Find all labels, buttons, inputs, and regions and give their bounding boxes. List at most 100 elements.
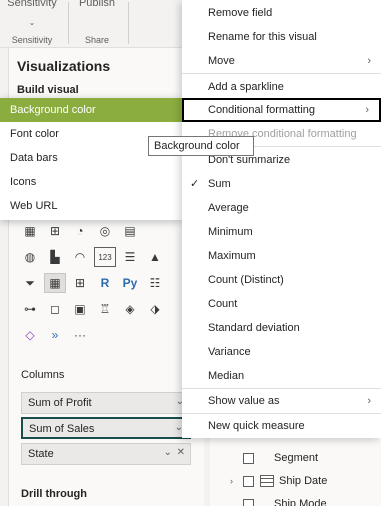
conditional-formatting-submenu: Background color Font color Data bars Ic…: [0, 98, 182, 220]
publish-button-label[interactable]: Publish: [70, 0, 124, 9]
treemap-icon[interactable]: ▤: [119, 221, 141, 241]
goals-icon[interactable]: ♖: [94, 299, 116, 319]
menu-item-conditional-formatting[interactable]: Conditional formatting ›: [182, 98, 381, 122]
field-item-ship-date[interactable]: › Ship Date: [230, 471, 327, 491]
menu-item-move[interactable]: Move ›: [182, 49, 381, 73]
pane-title: Visualizations: [17, 58, 111, 74]
field-item-ship-mode[interactable]: Ship Mode: [230, 494, 327, 506]
gauge-icon[interactable]: ◠: [69, 247, 91, 267]
field-context-menu: Remove field Rename for this visual Move…: [182, 0, 381, 438]
diamond-icon[interactable]: ◇: [19, 325, 41, 345]
chevron-right-icon[interactable]: ›: [230, 476, 238, 486]
menu-item-background-color[interactable]: Background color: [0, 98, 182, 122]
menu-item-median[interactable]: Median: [182, 364, 381, 388]
map-icon[interactable]: ◍: [19, 247, 41, 267]
matrix-visual-icon[interactable]: ⊞: [69, 273, 91, 293]
menu-item-label: New quick measure: [208, 420, 305, 432]
calendar-icon: [260, 475, 274, 487]
filled-map-icon[interactable]: ▙: [44, 247, 66, 267]
donut-icon[interactable]: ◎: [94, 221, 116, 241]
field-checkbox[interactable]: [243, 475, 254, 487]
python-visual-icon[interactable]: Py: [119, 273, 141, 293]
narrative-icon[interactable]: ☷: [144, 273, 166, 293]
field-label: Ship Mode: [274, 498, 327, 506]
chevron-right-icon: ›: [367, 395, 371, 407]
menu-item-standard-deviation[interactable]: Standard deviation: [182, 316, 381, 340]
visual-icon-row: ◍ ▙ ◠ 123 ☰ ▲: [19, 244, 189, 270]
matrix-icon[interactable]: ⊞: [44, 221, 66, 241]
check-icon: ✓: [190, 178, 200, 190]
columns-label: Columns: [21, 369, 65, 381]
chevron-right-icon: ›: [367, 55, 371, 67]
powerautomate-icon[interactable]: ⬗: [144, 299, 166, 319]
menu-item-label: Add a sparkline: [208, 81, 284, 93]
menu-item-remove-field[interactable]: Remove field: [182, 1, 381, 25]
visual-type-grid: ▦ ⊞ ◔ ◎ ▤ ◍ ▙ ◠ 123 ☰ ▲ ⏷ ▦ ⊞ R Py ☷ ⊶ ◻…: [19, 218, 189, 348]
kpi-icon[interactable]: ▲: [144, 247, 166, 267]
field-well-label: Sum of Profit: [28, 397, 92, 409]
menu-item-label: Count (Distinct): [208, 274, 284, 286]
chevron-right-icon: ›: [365, 104, 369, 116]
menu-item-label: Minimum: [208, 226, 253, 238]
menu-divider: [182, 73, 381, 74]
ribbon-divider: [128, 2, 129, 44]
table-visual-icon[interactable]: ▦: [44, 273, 66, 293]
visual-icon-row: ⏷ ▦ ⊞ R Py ☷: [19, 270, 189, 296]
menu-item-count[interactable]: Count: [182, 292, 381, 316]
r-visual-icon[interactable]: R: [94, 273, 116, 293]
pie-icon[interactable]: ◔: [69, 221, 91, 241]
field-well-label: State: [28, 448, 54, 460]
sensitivity-button-label[interactable]: Sensitivity: [0, 0, 64, 9]
menu-item-web-url[interactable]: Web URL: [0, 194, 182, 218]
ribbon-group-sensitivity[interactable]: Sensitivity ⌄ Sensitivity: [0, 0, 64, 48]
field-well-sum-of-sales[interactable]: Sum of Sales ⌄: [21, 417, 191, 439]
menu-item-label: Average: [208, 202, 249, 214]
slicer-icon[interactable]: ⏷: [19, 273, 41, 293]
field-checkbox[interactable]: [243, 498, 254, 506]
menu-item-variance[interactable]: Variance: [182, 340, 381, 364]
menu-item-add-sparkline[interactable]: Add a sparkline: [182, 75, 381, 99]
card-icon[interactable]: 123: [94, 247, 116, 267]
menu-item-rename[interactable]: Rename for this visual: [182, 25, 381, 49]
menu-item-label: Conditional formatting: [208, 104, 316, 116]
menu-item-label: Maximum: [208, 250, 256, 262]
menu-item-label: Standard deviation: [208, 322, 300, 334]
chevron-down-icon[interactable]: ⌄: [164, 447, 172, 458]
menu-item-count-distinct[interactable]: Count (Distinct): [182, 268, 381, 292]
field-checkbox[interactable]: [243, 452, 254, 464]
menu-item-average[interactable]: Average: [182, 196, 381, 220]
paginated-icon[interactable]: ▣: [69, 299, 91, 319]
visual-icon-row: ◇ » ···: [19, 322, 189, 348]
menu-item-maximum[interactable]: Maximum: [182, 244, 381, 268]
decomposition-tree-icon[interactable]: ⊶: [19, 299, 41, 319]
field-well-label: Sum of Sales: [29, 423, 95, 435]
chevron-visual-icon[interactable]: »: [44, 325, 66, 345]
table-icon[interactable]: ▦: [19, 221, 41, 241]
menu-item-minimum[interactable]: Minimum: [182, 220, 381, 244]
powerapps-icon[interactable]: ◈: [119, 299, 141, 319]
tooltip: Background color: [148, 136, 254, 156]
menu-item-label: Rename for this visual: [208, 31, 317, 43]
field-label: Ship Date: [279, 475, 328, 487]
visual-icon-row: ▦ ⊞ ◔ ◎ ▤: [19, 218, 189, 244]
chevron-down-icon[interactable]: ⌄: [0, 18, 64, 27]
menu-item-new-quick-measure[interactable]: New quick measure: [182, 414, 381, 438]
menu-item-label: Count: [208, 298, 238, 310]
menu-item-icons[interactable]: Icons: [0, 170, 182, 194]
ribbon-group-caption: Sensitivity: [11, 35, 53, 45]
menu-item-sum[interactable]: ✓ Sum: [182, 172, 381, 196]
field-item-segment[interactable]: Segment: [230, 448, 318, 468]
menu-item-label: Median: [208, 370, 245, 382]
field-well-sum-of-profit[interactable]: Sum of Profit ⌄: [21, 392, 191, 414]
fields-pane: Segment › Ship Date Ship Mode: [210, 438, 381, 506]
more-visuals-icon[interactable]: ···: [69, 325, 91, 345]
ribbon-group-share[interactable]: Publish Share: [70, 0, 124, 48]
multirow-card-icon[interactable]: ☰: [119, 247, 141, 267]
menu-item-label: Variance: [208, 346, 251, 358]
qa-icon[interactable]: ◻: [44, 299, 66, 319]
menu-item-label: Sum: [208, 178, 231, 190]
field-well-state[interactable]: State ⌄ ✕: [21, 443, 191, 465]
menu-item-show-value-as[interactable]: Show value as ›: [182, 389, 381, 413]
build-visual-tab[interactable]: Build visual: [17, 84, 79, 96]
close-icon[interactable]: ✕: [177, 447, 185, 458]
